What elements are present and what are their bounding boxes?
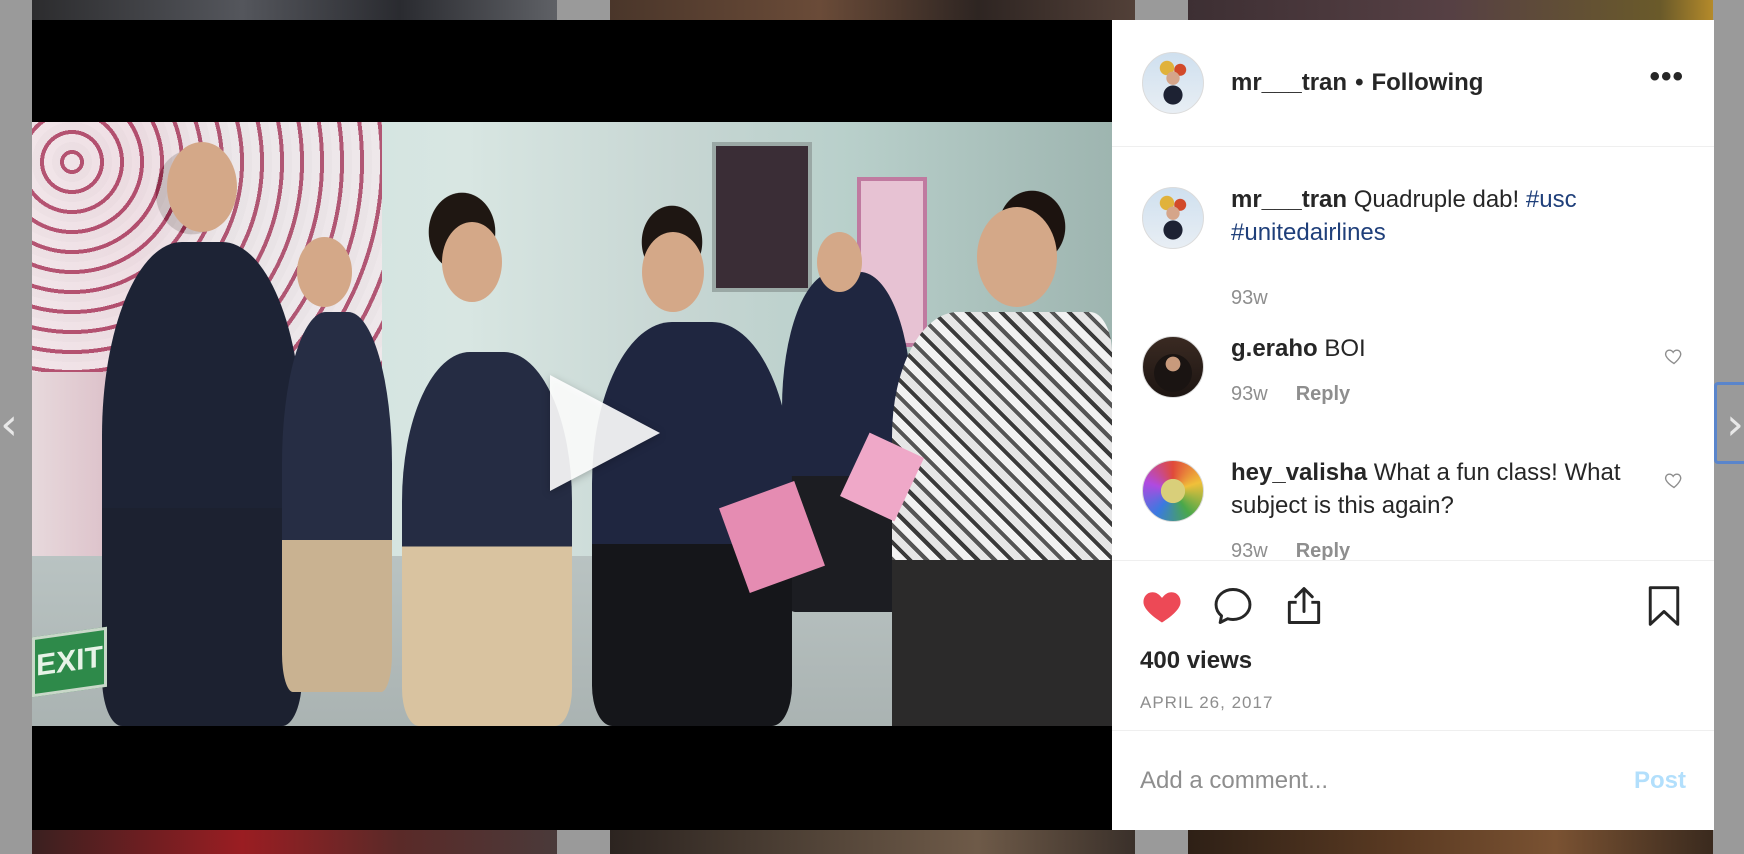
teacher-figure xyxy=(892,312,1112,726)
caption-comment: mr___tran Quadruple dab! #usc #unitedair… xyxy=(1142,183,1684,332)
previous-post-chevron-icon[interactable]: ‹ xyxy=(0,400,24,450)
follow-status-button[interactable]: Following xyxy=(1371,69,1483,97)
comment-icon[interactable] xyxy=(1211,584,1255,628)
comment-timestamp[interactable]: 93w xyxy=(1231,287,1268,310)
view-count[interactable]: 400 views xyxy=(1140,647,1686,675)
post-comment-button[interactable]: Post xyxy=(1634,767,1686,795)
heart-outline-icon[interactable] xyxy=(1664,346,1684,366)
commenter-avatar[interactable] xyxy=(1142,336,1204,398)
reply-button[interactable]: Reply xyxy=(1296,540,1350,560)
author-username[interactable]: mr___tran xyxy=(1231,69,1347,97)
separator-dot: • xyxy=(1355,69,1364,96)
comment-username[interactable]: hey_valisha xyxy=(1231,459,1367,486)
person-head xyxy=(442,222,502,302)
comment-timestamp[interactable]: 93w xyxy=(1231,383,1268,406)
person-head xyxy=(977,207,1057,307)
heart-filled-icon[interactable] xyxy=(1140,584,1184,628)
person-head xyxy=(642,232,704,312)
post-date[interactable]: APRIL 26, 2017 xyxy=(1140,693,1686,713)
student-figure xyxy=(282,312,392,692)
commenter-avatar[interactable] xyxy=(1142,460,1204,522)
person-head xyxy=(297,237,352,307)
share-icon[interactable] xyxy=(1282,584,1326,628)
comment-text: hey_valisha What a fun class! What subje… xyxy=(1231,456,1644,522)
media-area: EXIT xyxy=(32,20,1112,830)
heart-outline-icon[interactable] xyxy=(1664,470,1684,490)
comment-input[interactable] xyxy=(1140,766,1634,795)
author-info: mr___tran • Following xyxy=(1231,69,1483,97)
more-options-icon[interactable]: ••• xyxy=(1649,62,1684,104)
play-icon[interactable] xyxy=(550,375,660,491)
comment-username[interactable]: mr___tran xyxy=(1231,186,1347,213)
comment-message: BOI xyxy=(1324,335,1366,362)
reply-button[interactable]: Reply xyxy=(1296,383,1350,406)
hashtag-link[interactable]: #unitedairlines xyxy=(1231,219,1386,246)
comment-item: g.eraho BOI 93w Reply xyxy=(1142,332,1684,456)
background-thumbnail xyxy=(1188,0,1713,20)
person-head xyxy=(817,232,862,292)
comment-message: Quadruple dab! xyxy=(1353,186,1520,213)
post-modal: EXIT mr___tran • Following ••• mr___tran… xyxy=(32,20,1714,830)
author-avatar[interactable] xyxy=(1142,52,1204,114)
author-avatar[interactable] xyxy=(1142,187,1204,249)
comment-username[interactable]: g.eraho xyxy=(1231,335,1318,362)
person-head xyxy=(167,142,237,232)
exit-sign: EXIT xyxy=(32,626,107,698)
background-thumbnail xyxy=(32,828,557,854)
comment-item: hey_valisha What a fun class! What subje… xyxy=(1142,456,1684,560)
background-thumbnail xyxy=(32,0,557,20)
classroom-door xyxy=(712,142,812,292)
post-actions: 400 views APRIL 26, 2017 xyxy=(1112,560,1714,730)
student-figure xyxy=(102,242,302,726)
bookmark-icon[interactable] xyxy=(1642,584,1686,628)
next-post-chevron-icon[interactable]: › xyxy=(1720,400,1744,450)
student-figure xyxy=(402,352,572,726)
comment-timestamp[interactable]: 93w xyxy=(1231,540,1268,560)
background-thumbnail xyxy=(610,828,1135,854)
post-side-panel: mr___tran • Following ••• mr___tran Quad… xyxy=(1112,20,1714,830)
post-header: mr___tran • Following ••• xyxy=(1112,20,1714,147)
comment-text: g.eraho BOI xyxy=(1231,332,1644,365)
background-thumbnail xyxy=(610,0,1135,20)
hashtag-link[interactable]: #usc xyxy=(1526,186,1577,213)
add-comment-bar: Post xyxy=(1112,730,1714,830)
comment-list[interactable]: mr___tran Quadruple dab! #usc #unitedair… xyxy=(1112,147,1714,560)
comment-text: mr___tran Quadruple dab! #usc #unitedair… xyxy=(1231,183,1644,249)
background-thumbnail xyxy=(1188,828,1713,854)
